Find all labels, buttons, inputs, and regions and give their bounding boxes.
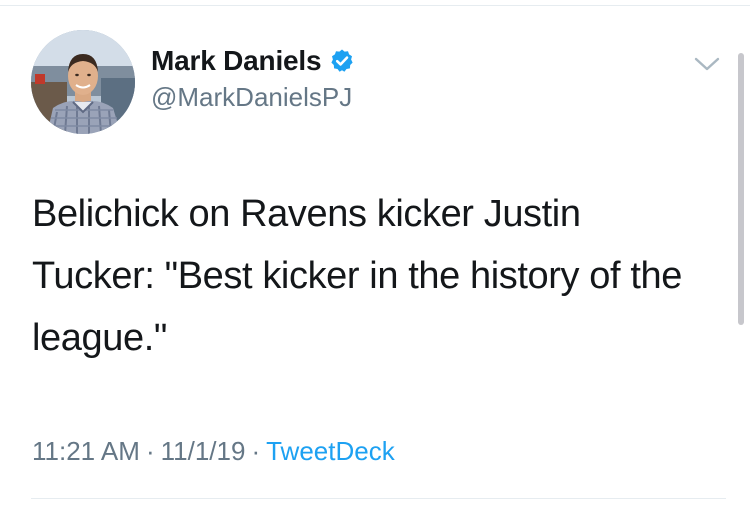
avatar[interactable] bbox=[31, 30, 135, 134]
scrollbar[interactable] bbox=[738, 53, 744, 325]
author-name-row: Mark Daniels bbox=[151, 43, 355, 79]
tweet-card: Mark Daniels @MarkDanielsPJ Belichick on… bbox=[0, 0, 750, 511]
verified-badge-icon bbox=[329, 48, 355, 74]
author-handle[interactable]: @MarkDanielsPJ bbox=[151, 82, 352, 113]
tweet-source-link[interactable]: TweetDeck bbox=[266, 436, 395, 466]
bottom-divider bbox=[31, 498, 726, 499]
avatar-photo bbox=[31, 30, 135, 134]
display-name[interactable]: Mark Daniels bbox=[151, 45, 322, 77]
tweet-date[interactable]: 11/1/19 bbox=[161, 436, 246, 466]
meta-separator: · bbox=[251, 436, 261, 466]
meta-separator: · bbox=[145, 436, 155, 466]
tweet-text: Belichick on Ravens kicker Justin Tucker… bbox=[32, 193, 682, 359]
chevron-down-icon[interactable] bbox=[693, 54, 721, 74]
tweet-meta: 11:21 AM · 11/1/19 · TweetDeck bbox=[32, 436, 395, 467]
tweet-time[interactable]: 11:21 AM bbox=[32, 436, 140, 466]
